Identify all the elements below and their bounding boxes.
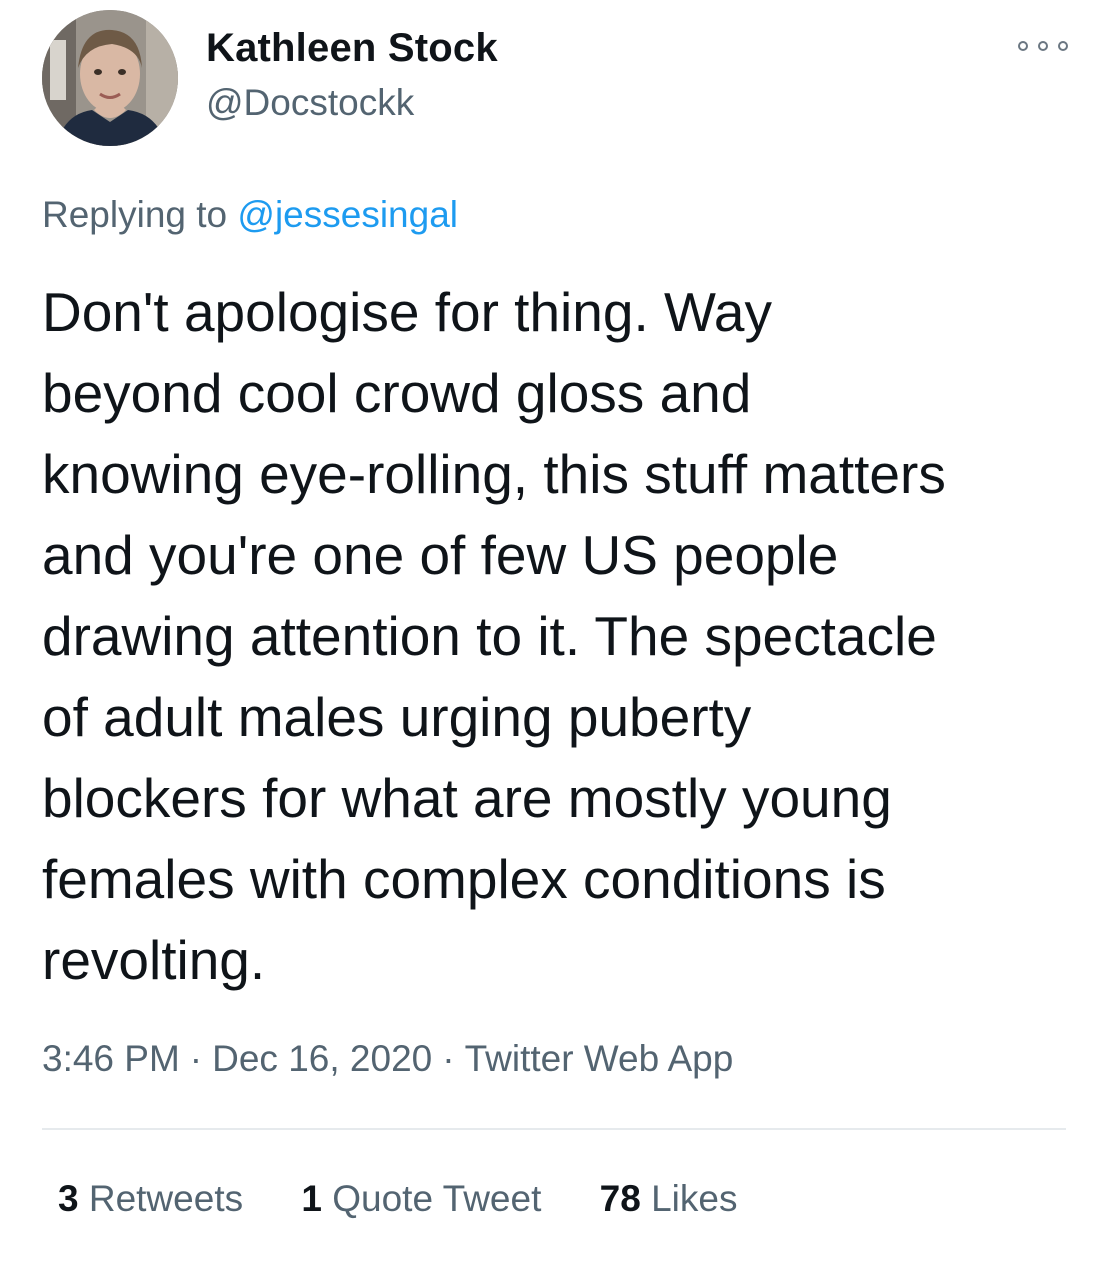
avatar-photo-icon	[42, 10, 178, 146]
tweet-text-line: of adult males urging puberty	[42, 686, 752, 748]
dot-icon	[1018, 41, 1028, 51]
dot-icon	[1038, 41, 1048, 51]
tweet-date[interactable]: Dec 16, 2020	[212, 1038, 432, 1079]
tweet-text: Don't apologise for thing. Way beyond co…	[42, 272, 1082, 1001]
tweet-text-line: Don't apologise for thing. Way	[42, 281, 772, 343]
likes-stat[interactable]: 78 Likes	[600, 1178, 738, 1220]
tweet-time[interactable]: 3:46 PM	[42, 1038, 180, 1079]
tweet-text-line: and you're one of few US people	[42, 524, 839, 586]
likes-count: 78	[599, 1178, 641, 1219]
tweet-source[interactable]: Twitter Web App	[465, 1038, 734, 1079]
divider	[42, 1128, 1066, 1130]
quote-tweets-count: 1	[301, 1178, 322, 1219]
retweets-label: Retweets	[88, 1178, 244, 1219]
engagement-stats: 3 Retweets 1 Quote Tweet 78 Likes	[58, 1178, 785, 1220]
tweet-text-line: knowing eye-rolling, this stuff matters	[42, 443, 946, 505]
author-handle[interactable]: @Docstockk	[206, 82, 414, 124]
tweet-text-line: blockers for what are mostly young	[42, 767, 892, 829]
retweets-count: 3	[58, 1178, 79, 1219]
dot-icon	[1058, 41, 1068, 51]
meta-separator: ·	[189, 1038, 203, 1079]
likes-label: Likes	[651, 1178, 738, 1219]
quote-tweets-label: Quote Tweet	[332, 1178, 542, 1219]
replying-to: Replying to @jessesingal	[42, 194, 458, 236]
tweet-detail: Kathleen Stock @Docstockk Replying to @j…	[0, 0, 1100, 1264]
quote-tweets-stat[interactable]: 1 Quote Tweet	[301, 1178, 541, 1220]
retweets-stat[interactable]: 3 Retweets	[58, 1178, 243, 1220]
tweet-text-line: beyond cool crowd gloss and	[42, 362, 752, 424]
user-avatar[interactable]	[42, 10, 178, 146]
meta-separator: ·	[442, 1038, 455, 1079]
tweet-text-line: revolting.	[42, 929, 266, 991]
tweet-metadata: 3:46 PM · Dec 16, 2020 · Twitter Web App	[42, 1038, 733, 1080]
tweet-text-line: females with complex conditions is	[42, 848, 886, 910]
more-options-icon[interactable]	[1018, 36, 1068, 56]
tweet-text-line: drawing attention to it. The spectacle	[42, 605, 937, 667]
replying-to-label: Replying to	[42, 194, 228, 235]
reply-mention-link[interactable]: @jessesingal	[237, 194, 458, 235]
author-display-name[interactable]: Kathleen Stock	[206, 26, 498, 71]
